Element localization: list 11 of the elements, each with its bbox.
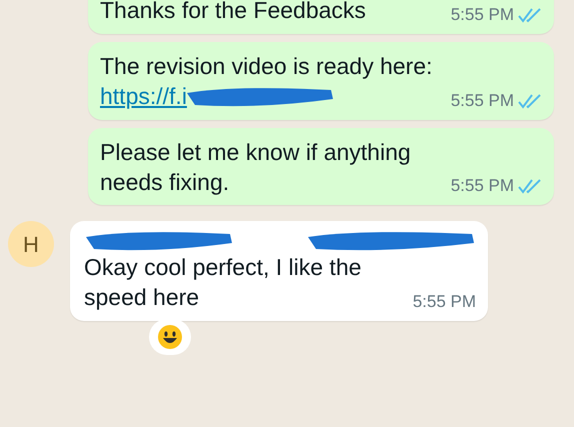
avatar: H xyxy=(8,221,54,268)
smile-emoji-icon xyxy=(157,324,183,350)
message-text: Please let me know if anything needs fixing. xyxy=(100,138,411,195)
message-text: Okay cool perfect, I like the speed here xyxy=(84,253,362,312)
message-time: 5:55 PM xyxy=(450,90,514,112)
message-time: 5:55 PM xyxy=(450,175,514,198)
link-text[interactable]: https://f.i xyxy=(100,82,187,112)
message-time: 5:55 PM xyxy=(450,4,514,26)
message-text: Thanks for the Feedbacks xyxy=(100,0,366,23)
message-text: The revision video is ready here: xyxy=(100,52,432,79)
message-time: 5:55 PM xyxy=(412,291,476,314)
